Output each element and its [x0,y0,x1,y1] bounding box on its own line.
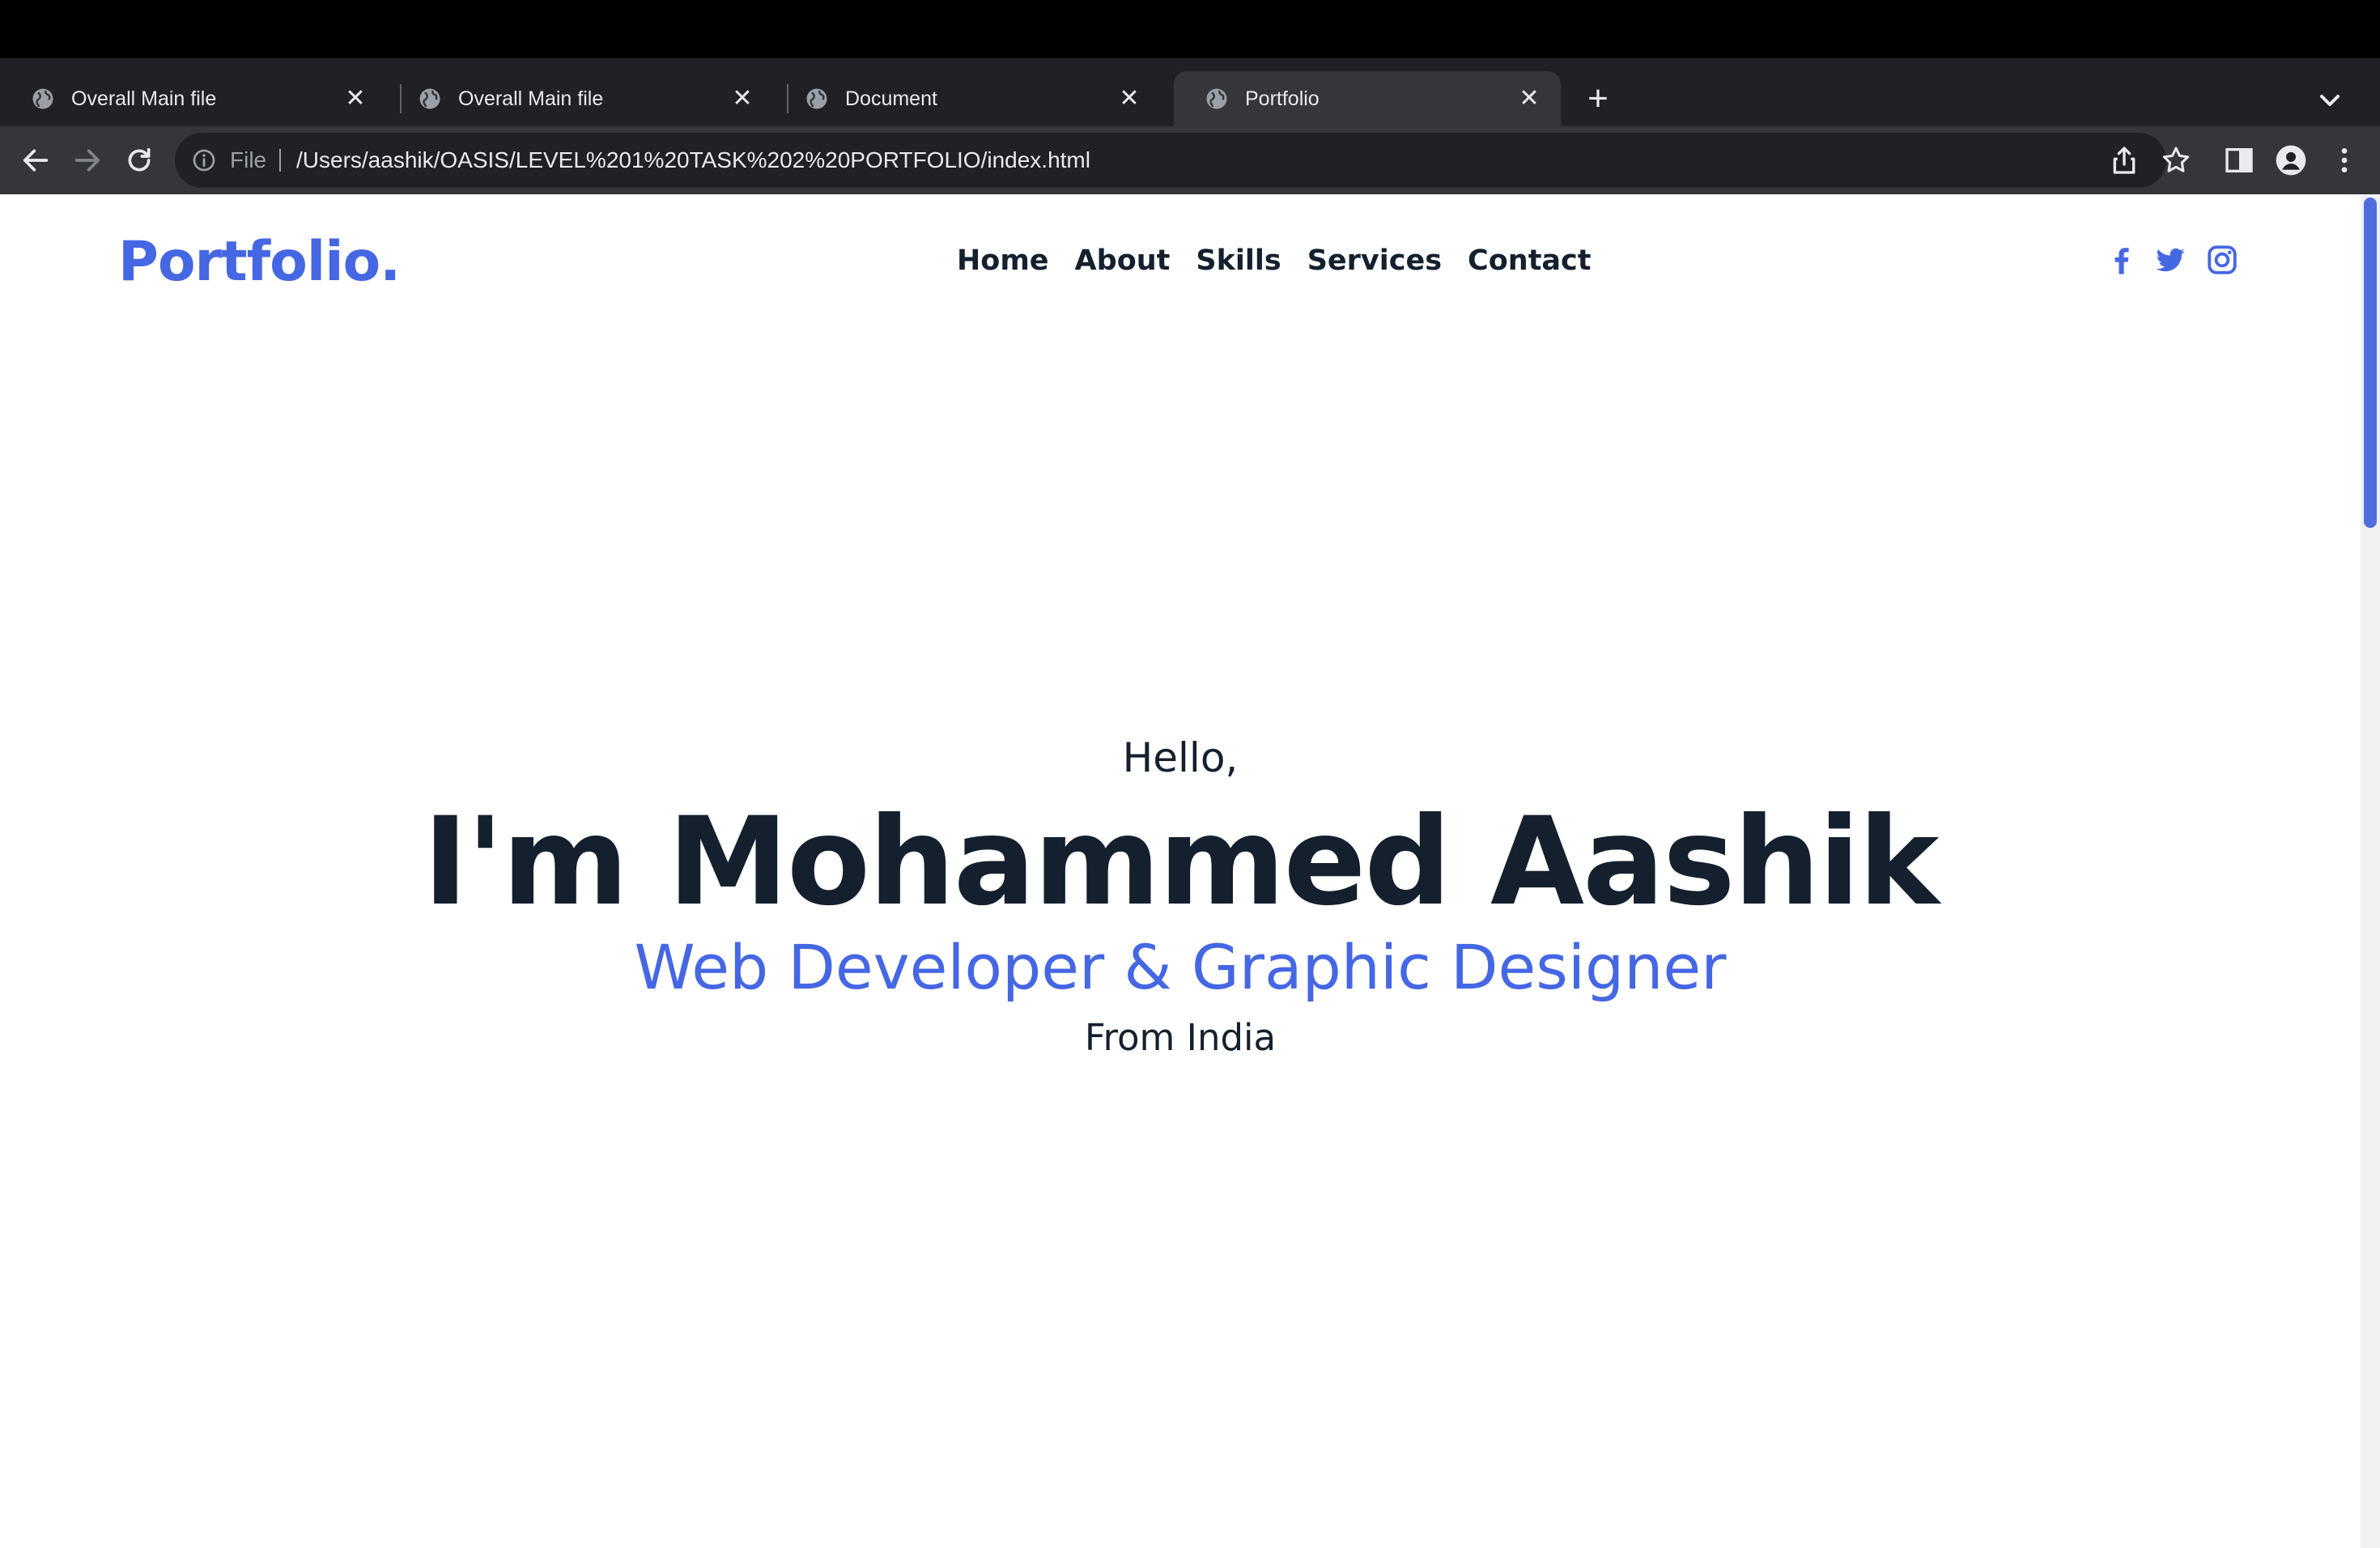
page-viewport: Portfolio. Home About Skills Services Co… [0,194,2380,1548]
globe-icon [806,88,827,109]
nav-link-services[interactable]: Services [1307,241,1442,280]
hero-role: Web Developer & Graphic Designer [634,931,1727,1003]
close-icon[interactable]: ✕ [1517,87,1541,111]
tab-title: Overall Main file [458,87,604,110]
globe-icon [32,88,53,109]
scheme-label: File [230,147,267,172]
globe-icon [419,88,440,109]
window-title-bar [0,0,2380,58]
tab-title: Document [845,87,937,110]
share-icon[interactable] [2108,144,2140,176]
nav-link-home[interactable]: Home [957,241,1049,280]
twitter-icon[interactable] [2153,243,2187,277]
new-tab-button[interactable]: + [1580,81,1616,117]
nav-link-skills[interactable]: Skills [1196,241,1281,280]
close-icon[interactable]: ✕ [343,87,368,111]
close-icon[interactable]: ✕ [1117,87,1141,111]
chevron-down-icon[interactable] [2314,84,2346,117]
back-arrow-icon[interactable] [19,144,52,176]
scrollbar-thumb[interactable] [2364,198,2377,528]
tab-overall-main-file-2[interactable]: Overall Main file ✕ [387,71,774,126]
globe-icon [1206,88,1227,109]
main-nav: Home About Skills Services Contact [957,241,1592,280]
tab-title: Overall Main file [71,87,217,110]
forward-arrow-icon[interactable] [71,144,104,176]
omnibox-divider [279,149,281,172]
profile-avatar-icon[interactable] [2275,144,2307,176]
facebook-icon[interactable] [2105,243,2139,277]
hero-location: From India [1084,1016,1277,1059]
reload-icon[interactable] [123,144,155,176]
nav-link-about[interactable]: About [1075,241,1171,280]
tab-overall-main-file-1[interactable]: Overall Main file ✕ [0,71,387,126]
tab-document[interactable]: Document ✕ [774,71,1161,126]
bookmark-star-icon[interactable] [2160,144,2192,176]
tab-portfolio[interactable]: Portfolio ✕ [1174,71,1561,126]
more-menu-icon[interactable] [2328,144,2361,176]
nav-link-contact[interactable]: Contact [1468,241,1591,280]
close-icon[interactable]: ✕ [730,87,754,111]
tab-title: Portfolio [1245,87,1320,110]
url-text[interactable]: /Users/aashik/OASIS/LEVEL%201%20TASK%202… [296,144,1090,176]
info-icon[interactable] [191,147,217,173]
site-logo[interactable]: Portfolio. [118,230,401,295]
hero-greeting: Hello, [1122,734,1239,781]
instagram-icon[interactable] [2205,243,2239,277]
hero-name: I'm Mohammed Aashik [423,792,1939,933]
side-panel-icon[interactable] [2223,144,2255,176]
